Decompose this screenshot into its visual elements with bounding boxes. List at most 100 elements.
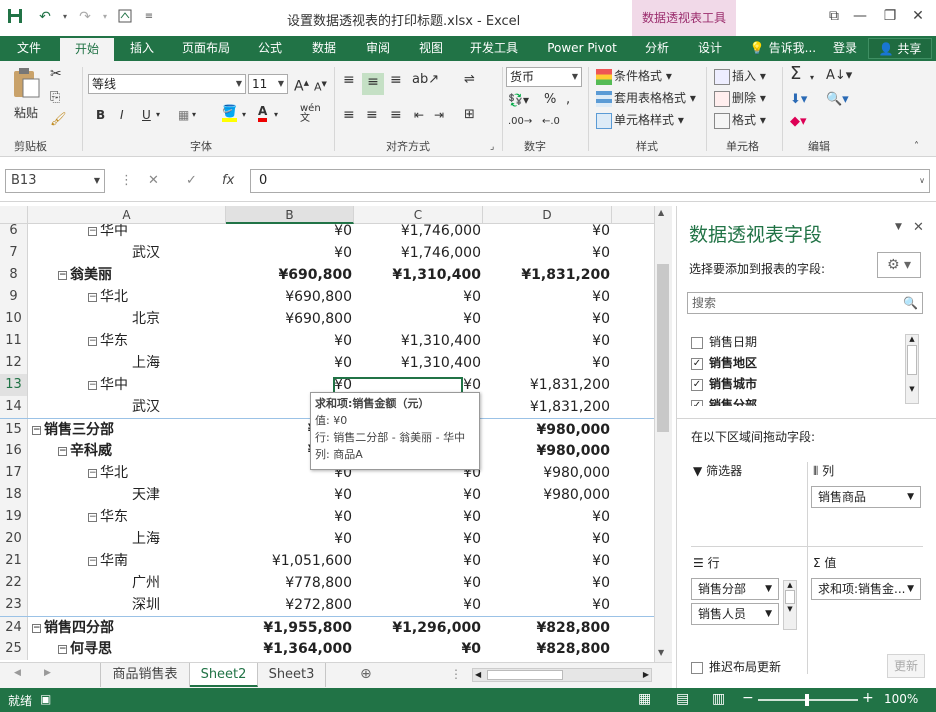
value-cell-b[interactable]: ¥0 [226, 352, 352, 374]
value-cell-c[interactable]: ¥0 [354, 638, 481, 660]
scroll-right-icon[interactable]: ▶ [643, 669, 649, 681]
row-header[interactable]: 9 [0, 286, 28, 308]
format-cells-button[interactable]: 格式 ▾ [714, 111, 766, 129]
value-cell-b[interactable]: ¥1,051,600 [226, 550, 352, 572]
sheet-tab-sheet2[interactable]: Sheet2 [190, 663, 258, 687]
align-middle-icon[interactable]: ≡ [362, 73, 384, 95]
row-header[interactable]: 18 [0, 484, 28, 506]
row-label-cell[interactable]: 北京 [28, 308, 226, 330]
tab-view[interactable]: 视图 [406, 36, 456, 61]
zoom-level[interactable]: 100% [884, 692, 918, 706]
value-cell-d[interactable]: ¥0 [483, 528, 610, 550]
value-cell-d[interactable]: ¥0 [483, 572, 610, 594]
tab-page-layout[interactable]: 页面布局 [170, 36, 242, 61]
fill-color-icon[interactable]: 🪣 [222, 104, 237, 122]
pane-options-icon[interactable]: ▼ [895, 222, 902, 232]
collapse-icon[interactable]: − [88, 556, 97, 566]
collapse-icon[interactable]: − [32, 425, 41, 435]
borders-icon[interactable]: ▦ [178, 106, 189, 124]
scroll-up-icon[interactable]: ▲ [784, 581, 796, 589]
row-label-cell[interactable]: 上海 [28, 528, 226, 550]
row-header[interactable]: 19 [0, 506, 28, 528]
add-sheet-icon[interactable]: ⊕ [360, 666, 372, 682]
ribbon-display-icon[interactable]: ⧉ [822, 6, 846, 26]
sort-filter-icon[interactable]: A↓▾ [826, 67, 852, 85]
defer-update-checkbox[interactable]: 推迟布局更新 [691, 658, 781, 675]
horizontal-scrollbar[interactable]: ◀ ▶ [472, 668, 652, 682]
row-header[interactable]: 11 [0, 330, 28, 352]
chevron-down-icon[interactable]: ▾ [156, 106, 160, 124]
value-cell-d[interactable]: ¥0 [483, 550, 610, 572]
value-cell-d[interactable]: ¥1,831,200 [483, 374, 610, 396]
row-label-cell[interactable]: − 华南 [28, 550, 226, 572]
save-icon[interactable] [6, 8, 24, 26]
value-cell-d[interactable]: ¥980,000 [483, 462, 610, 484]
value-cell-c[interactable]: ¥0 [354, 308, 481, 330]
row-label-cell[interactable]: − 销售三分部 [28, 419, 226, 441]
macro-record-icon[interactable]: ▣ [40, 692, 51, 706]
font-size-combo[interactable]: 11 ▼ [248, 74, 288, 94]
wrap-text-icon[interactable]: ⇌ [464, 71, 475, 89]
align-right-icon[interactable]: ≡ [390, 106, 402, 124]
row-header[interactable]: 14 [0, 396, 28, 418]
chevron-down-icon[interactable]: ▾ [810, 69, 814, 87]
value-cell-c[interactable]: ¥0 [354, 506, 481, 528]
row-header[interactable]: 23 [0, 594, 28, 616]
field-list-item[interactable]: ✓ 销售地区 [691, 353, 757, 373]
previous-sheet-icon[interactable]: ◀ [14, 668, 21, 678]
value-cell-c[interactable]: ¥1,310,400 [354, 264, 481, 286]
cut-icon[interactable]: ✂ [50, 65, 62, 83]
value-cell-b[interactable]: ¥0 [226, 506, 352, 528]
sheet-tab-product-sales[interactable]: 商品销售表 [100, 663, 190, 687]
value-cell-b[interactable]: ¥1,955,800 [226, 617, 352, 639]
align-bottom-icon[interactable]: ≡ [390, 71, 402, 89]
row-label-cell[interactable]: − 华东 [28, 506, 226, 528]
row-header[interactable]: 13 [0, 374, 28, 396]
tab-design[interactable]: 设计 [684, 36, 736, 61]
scroll-down-icon[interactable]: ▼ [658, 648, 664, 657]
format-as-table-button[interactable]: 套用表格格式 ▾ [596, 89, 696, 107]
gear-icon[interactable]: ⚙ ▾ [877, 252, 921, 278]
value-cell-d[interactable]: ¥980,000 [483, 440, 610, 462]
value-cell-d[interactable]: ¥0 [483, 242, 610, 264]
collapse-icon[interactable]: − [58, 270, 67, 280]
checkbox-icon[interactable] [691, 336, 703, 349]
value-cell-c[interactable]: ¥0 [354, 550, 481, 572]
collapse-icon[interactable]: − [88, 468, 97, 478]
merge-center-icon[interactable]: ⊞ [464, 106, 475, 124]
scroll-down-icon[interactable]: ▼ [906, 385, 918, 393]
row-header[interactable]: 15 [0, 419, 28, 441]
value-cell-b[interactable]: ¥272,800 [226, 594, 352, 616]
row-header[interactable]: 8 [0, 264, 28, 286]
field-list-item[interactable]: ✓ 销售城市 [691, 374, 757, 394]
tab-file[interactable]: 文件 [0, 36, 58, 61]
scroll-up-icon[interactable]: ▲ [906, 335, 918, 343]
value-cell-d[interactable]: ¥980,000 [483, 419, 610, 441]
close-icon[interactable]: ✕ [906, 6, 930, 26]
row-label-cell[interactable]: − 华北 [28, 286, 226, 308]
value-cell-b[interactable]: ¥778,800 [226, 572, 352, 594]
italic-icon[interactable]: I [120, 106, 124, 124]
shrink-font-icon[interactable]: A▼ [314, 75, 327, 97]
scroll-thumb[interactable] [657, 264, 669, 432]
value-cell-d[interactable]: ¥0 [483, 594, 610, 616]
autosum-icon[interactable]: Σ [790, 65, 801, 83]
percent-icon[interactable]: % [544, 91, 556, 109]
conditional-format-button[interactable]: 条件格式 ▾ [596, 67, 672, 85]
accounting-format-icon[interactable]: 💱▾ [508, 91, 529, 109]
restore-icon[interactable]: ❐ [878, 6, 902, 26]
value-cell-d[interactable]: ¥980,000 [483, 484, 610, 506]
fill-icon[interactable]: ⬇▾ [790, 91, 807, 109]
scroll-left-icon[interactable]: ◀ [475, 669, 481, 681]
number-format-combo[interactable]: 货币 ▼ [506, 67, 582, 87]
row-header[interactable]: 25 [0, 638, 28, 660]
value-cell-c[interactable]: ¥1,746,000 [354, 242, 481, 264]
customize-qat-icon[interactable]: ≡ [140, 8, 158, 26]
redo-dropdown-icon[interactable]: ▾ [96, 8, 114, 26]
value-cell-d[interactable]: ¥1,831,200 [483, 264, 610, 286]
value-cell-b[interactable]: ¥0 [226, 528, 352, 550]
column-field-item[interactable]: 销售商品 ▼ [811, 486, 921, 508]
print-preview-icon[interactable] [116, 8, 134, 26]
row-label-cell[interactable]: 广州 [28, 572, 226, 594]
row-label-cell[interactable]: − 华中 [28, 224, 226, 242]
